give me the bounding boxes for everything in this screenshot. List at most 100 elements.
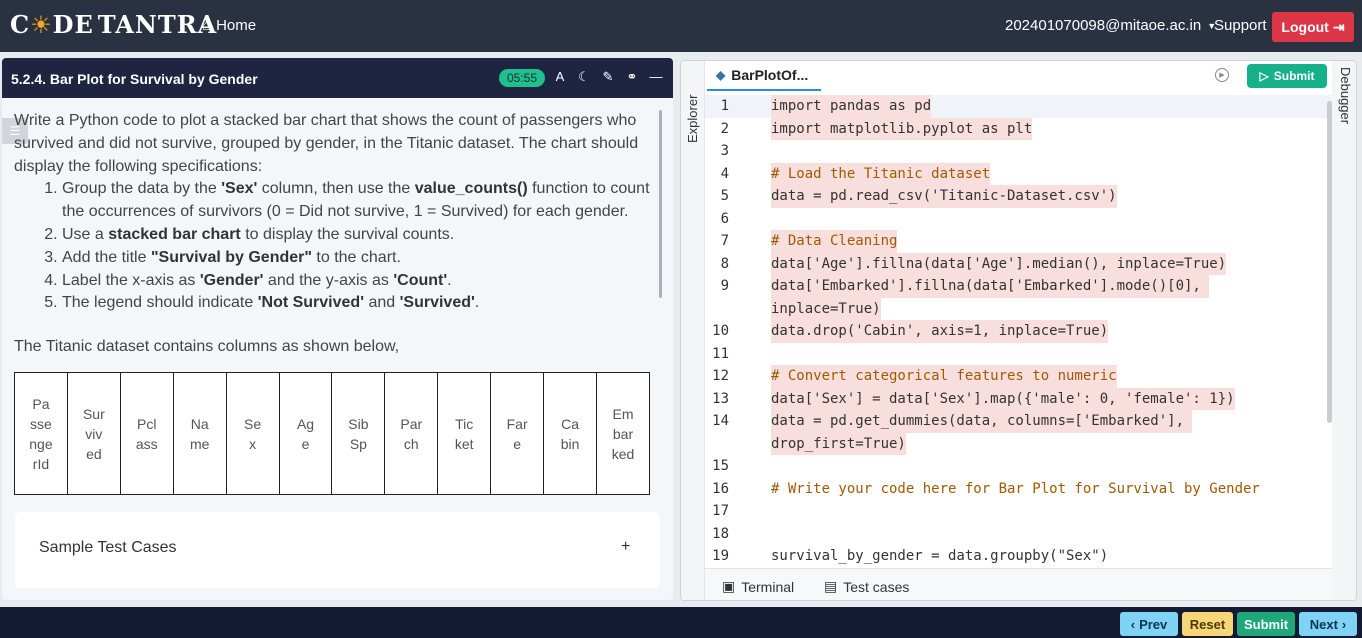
code-line[interactable]: 9 data['Embarked'].fillna(data['Embarked'… [705, 275, 1332, 298]
code-line[interactable]: 1 import pandas as pd [705, 95, 1332, 118]
user-menu[interactable]: 202401070098@mitaoe.ac.in ▼ [1005, 17, 1216, 34]
code-text: # Data Cleaning [771, 230, 898, 253]
requirements-list: Group the data by the 'Sex' column, then… [14, 178, 654, 315]
requirement-item: Label the x-axis as 'Gender' and the y-a… [62, 270, 654, 293]
logout-label: Logout [1281, 19, 1329, 35]
code-line[interactable]: 17 [705, 500, 1332, 523]
line-number: 19 [712, 548, 729, 564]
logout-button[interactable]: Logout ⇥ [1272, 12, 1354, 42]
dark-mode-icon[interactable]: ☾ [576, 69, 592, 85]
dataset-columns-table: PassengerId Survived Pclass Name Sex Age… [14, 372, 651, 495]
top-navbar: C☀DE TANTRA ⌂ Home 202401070098@mitaoe.ac… [0, 0, 1362, 52]
user-email: 202401070098@mitaoe.ac.in [1005, 17, 1202, 34]
code-line[interactable]: 2 import matplotlib.pyplot as plt [705, 117, 1332, 140]
editor-submit-button[interactable]: ▷ Submit [1247, 64, 1327, 88]
table-cell: PassengerId [14, 372, 68, 495]
home-link[interactable]: ⌂ Home [202, 17, 256, 34]
file-tab-label: BarPlotOf... [731, 67, 809, 83]
code-text: data = pd.read_csv('Titanic-Dataset.csv'… [771, 185, 1117, 208]
table-cell: Name [172, 372, 227, 495]
problem-intro: Write a Python code to plot a stacked ba… [14, 112, 639, 175]
line-number: 13 [712, 390, 729, 407]
problem-title: 5.2.4. Bar Plot for Survival by Gender [11, 71, 258, 87]
table-cell: Cabin [543, 372, 597, 495]
python-file-icon: ◆ [716, 68, 726, 82]
footer-bar: ‹ Prev Reset Submit Next › [0, 607, 1362, 638]
code-line[interactable]: 3 [705, 140, 1332, 163]
line-number: 15 [712, 458, 729, 474]
logout-icon: ⇥ [1332, 18, 1345, 35]
next-button[interactable]: Next › [1299, 612, 1357, 636]
terminal-tab[interactable]: ▣ Terminal [722, 578, 794, 595]
requirement-item: Add the title "Survival by Gender" to th… [62, 247, 654, 270]
code-line[interactable]: drop_first=True) [705, 432, 1332, 455]
code-line[interactable]: 11 [705, 343, 1332, 366]
code-line[interactable]: 7 # Data Cleaning [705, 230, 1332, 253]
line-number: 11 [712, 345, 729, 362]
code-text: data['Sex'] = data['Sex'].map({'male': 0… [771, 387, 1235, 410]
code-line[interactable]: 5 data = pd.read_csv('Titanic-Dataset.csv… [705, 185, 1332, 208]
link-icon[interactable]: ⚭ [624, 69, 640, 85]
code-text: data = pd.get_dummies(data, columns=['Em… [771, 410, 1193, 433]
bottom-tabs: ▣ Terminal ▤ Test cases [705, 568, 1332, 600]
line-number: 7 [720, 233, 729, 249]
line-number: 1 [720, 98, 729, 114]
description-scrollbar[interactable] [659, 110, 662, 298]
debugger-label: Debugger [1338, 67, 1353, 125]
codetantra-logo[interactable]: C☀DE TANTRA [10, 10, 217, 39]
debugger-sidebar[interactable]: Debugger [1332, 61, 1356, 600]
prev-button[interactable]: ‹ Prev [1120, 612, 1178, 636]
code-line[interactable]: 10 data.drop('Cabin', axis=1, inplace=Tru… [705, 320, 1332, 343]
file-tab[interactable]: ◆ BarPlotOf... [707, 61, 821, 91]
code-line[interactable]: 6 [705, 208, 1332, 231]
code-text: import pandas as pd [771, 95, 932, 118]
line-number: 12 [712, 368, 729, 384]
code-text: # Load the Titanic dataset [771, 162, 991, 185]
home-label: Home [216, 17, 257, 34]
expand-icon[interactable]: + [621, 538, 630, 556]
terminal-label: Terminal [741, 578, 795, 595]
code-line[interactable]: inplace=True) [705, 297, 1332, 320]
line-number: 9 [720, 278, 729, 294]
code-line[interactable]: 12 # Convert categorical features to nume… [705, 365, 1332, 388]
code-line[interactable]: 14 data = pd.get_dummies(data, columns=['… [705, 410, 1332, 433]
code-text: data.drop('Cabin', axis=1, inplace=True) [771, 320, 1109, 343]
code-line[interactable]: 13 data['Sex'] = data['Sex'].map({'male':… [705, 387, 1332, 410]
reset-button[interactable]: Reset [1182, 612, 1233, 636]
code-line[interactable]: 18 [705, 523, 1332, 546]
table-cell: SibSp [331, 372, 386, 495]
run-icon[interactable]: ▶ [1215, 68, 1229, 82]
problem-panel: 5.2.4. Bar Plot for Survival by Gender 0… [2, 58, 673, 600]
code-line[interactable]: 19 survival_by_gender = data.groupby("Sex… [705, 545, 1332, 568]
line-number: 10 [712, 323, 729, 339]
editor-submit-label: Submit [1273, 69, 1315, 83]
support-link[interactable]: Support [1214, 17, 1267, 34]
next-label: Next [1309, 616, 1338, 632]
line-number: 17 [712, 503, 729, 519]
footer-submit-button[interactable]: Submit [1237, 612, 1295, 636]
line-number: 8 [720, 255, 729, 272]
code-text: import matplotlib.pyplot as plt [771, 117, 1033, 140]
code-line[interactable]: 16 # Write your code here for Bar Plot fo… [705, 478, 1332, 501]
line-number: 14 [712, 413, 729, 429]
test-cases-tab[interactable]: ▤ Test cases [824, 578, 909, 595]
code-text: # Write your code here for Bar Plot for … [771, 480, 1260, 497]
table-row: PassengerId Survived Pclass Name Sex Age… [14, 372, 651, 495]
sample-test-cases-accordion[interactable]: Sample Test Cases + [15, 512, 660, 588]
minimize-icon[interactable]: — [648, 69, 664, 84]
home-icon: ⌂ [202, 17, 212, 34]
edit-icon[interactable]: ✎ [600, 69, 616, 85]
font-size-icon[interactable]: A [552, 69, 568, 84]
line-number: 16 [712, 480, 729, 497]
table-cell: Parch [384, 372, 439, 495]
prev-label: Prev [1139, 616, 1168, 632]
explorer-sidebar[interactable]: Explorer [681, 61, 705, 600]
code-editor[interactable]: 1 import pandas as pd 2 import matplotlib.p… [705, 95, 1332, 568]
line-number: 6 [720, 210, 729, 227]
code-line[interactable]: 15 [705, 455, 1332, 478]
requirement-item: Group the data by the 'Sex' column, then… [62, 178, 654, 224]
line-number: 5 [720, 188, 729, 204]
code-line[interactable]: 4 # Load the Titanic dataset [705, 162, 1332, 185]
table-cell: Survived [66, 372, 121, 495]
code-line[interactable]: 8 data['Age'].fillna(data['Age'].median()… [705, 252, 1332, 275]
